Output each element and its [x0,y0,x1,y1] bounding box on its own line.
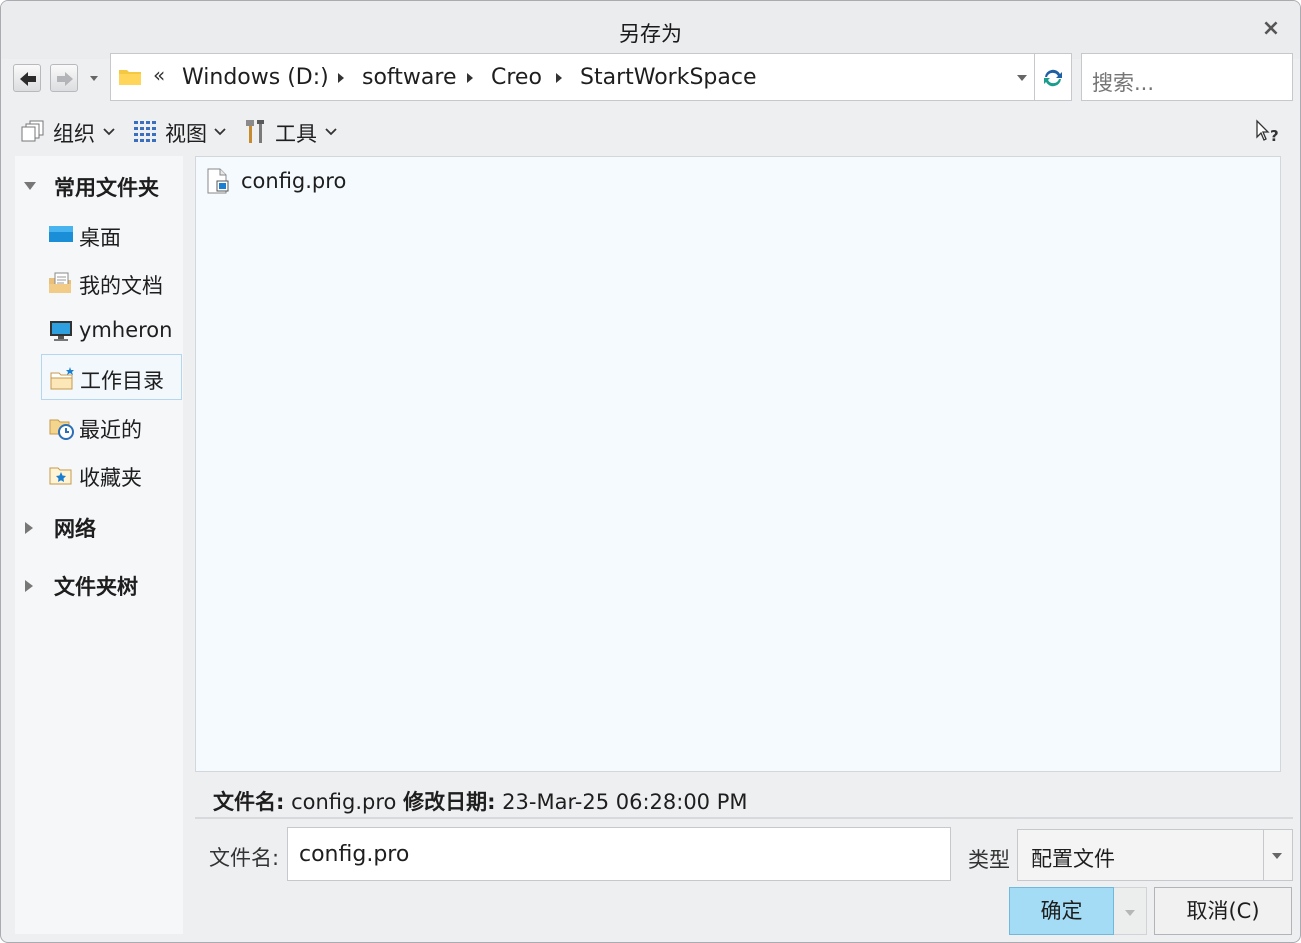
documents-icon [49,272,71,293]
forward-button[interactable] [50,64,78,92]
organize-label: 组织 [53,122,95,146]
expanded-triangle-icon [24,182,36,190]
forward-arrow-icon [57,72,73,86]
chevron-down-icon [214,128,226,136]
breadcrumb-separator-icon[interactable] [466,72,474,84]
sidebar-item-recent[interactable]: 最近的 [41,404,182,450]
title-bar[interactable]: 另存为 × [1,1,1300,59]
tools-label: 工具 [275,122,317,146]
file-info-line: 文件名: config.pro 修改日期: 23-Mar-25 06:28:00… [213,786,748,816]
folder-tree-section-header[interactable]: 文件夹树 [23,569,173,603]
window-title: 另存为 [619,22,682,46]
address-bar[interactable]: « Windows (D:) software Creo StartWorkSp… [110,53,1035,101]
address-dropdown-icon[interactable] [1016,73,1028,83]
address-overflow-icon[interactable]: « [153,63,165,87]
chevron-down-icon [1272,853,1282,859]
working-directory-icon [50,367,74,390]
sidebar-item-ymheron[interactable]: ymheron [41,308,182,354]
tools-icon [246,120,264,143]
chevron-down-icon [325,128,337,136]
network-section-header[interactable]: 网络 [23,511,133,545]
breadcrumb-windows-d[interactable]: Windows (D:) [182,65,329,90]
folder-icon [119,70,141,85]
navigation-sidebar: 常用文件夹 桌面 我的文档 ymheron 工作目录 最近的 收藏夹 网络 文件… [15,156,183,934]
divider [195,817,1293,819]
breadcrumb-separator-icon[interactable] [555,72,563,84]
favorites-icon [49,467,72,485]
search-input[interactable] [1081,53,1293,101]
breadcrumb-separator-icon[interactable] [337,72,345,84]
sidebar-item-favorites[interactable]: 收藏夹 [41,452,182,498]
filename-label: 文件名: [209,846,280,870]
save-as-dialog: 另存为 × « Windows (D:) software Creo Start… [0,0,1301,943]
refresh-icon [1044,69,1062,87]
refresh-button[interactable] [1035,53,1072,101]
chevron-down-icon [103,128,115,136]
view-icon [134,121,156,142]
info-date-label: 修改日期: [403,790,496,814]
close-button[interactable]: × [1258,16,1284,42]
type-label: 类型 [968,848,1010,872]
sidebar-item-my-documents[interactable]: 我的文档 [41,260,182,306]
recent-icon [49,419,74,440]
file-type-value: 配置文件 [1031,847,1115,871]
breadcrumb-creo[interactable]: Creo [491,65,542,90]
view-menu-button[interactable]: 视图 [133,117,233,147]
file-icon [207,168,229,194]
info-name-label: 文件名: [213,790,285,814]
ok-options-dropdown[interactable] [1114,887,1147,935]
collapsed-triangle-icon [25,580,33,592]
desktop-icon [49,226,73,242]
file-type-select[interactable]: 配置文件 [1017,829,1293,881]
file-list[interactable]: config.pro [195,156,1281,772]
back-arrow-icon [20,72,36,86]
info-name-value: config.pro [291,790,397,814]
sidebar-item-desktop[interactable]: 桌面 [41,212,182,258]
organize-icon [21,120,44,142]
collapsed-triangle-icon [25,522,33,534]
tools-menu-button[interactable]: 工具 [243,117,343,147]
chevron-down-icon [1125,910,1135,916]
context-help-icon[interactable]: ? [1255,119,1283,145]
breadcrumb-software[interactable]: software [362,65,456,90]
breadcrumb-startworkspace[interactable]: StartWorkSpace [580,65,757,90]
svg-text:?: ? [1270,127,1279,145]
computer-icon [50,321,72,341]
sidebar-item-working-directory[interactable]: 工作目录 [41,354,182,400]
select-divider [1263,830,1264,880]
ok-button[interactable]: 确定 [1009,887,1114,935]
organize-menu-button[interactable]: 组织 [21,117,121,147]
filename-input[interactable] [287,827,951,881]
favorites-section-header[interactable]: 常用文件夹 [23,170,173,204]
info-date-value: 23-Mar-25 06:28:00 PM [502,790,748,814]
cancel-button[interactable]: 取消(C) [1154,887,1292,935]
back-button[interactable] [13,64,41,92]
view-label: 视图 [165,122,207,146]
history-dropdown-icon[interactable] [87,71,101,85]
